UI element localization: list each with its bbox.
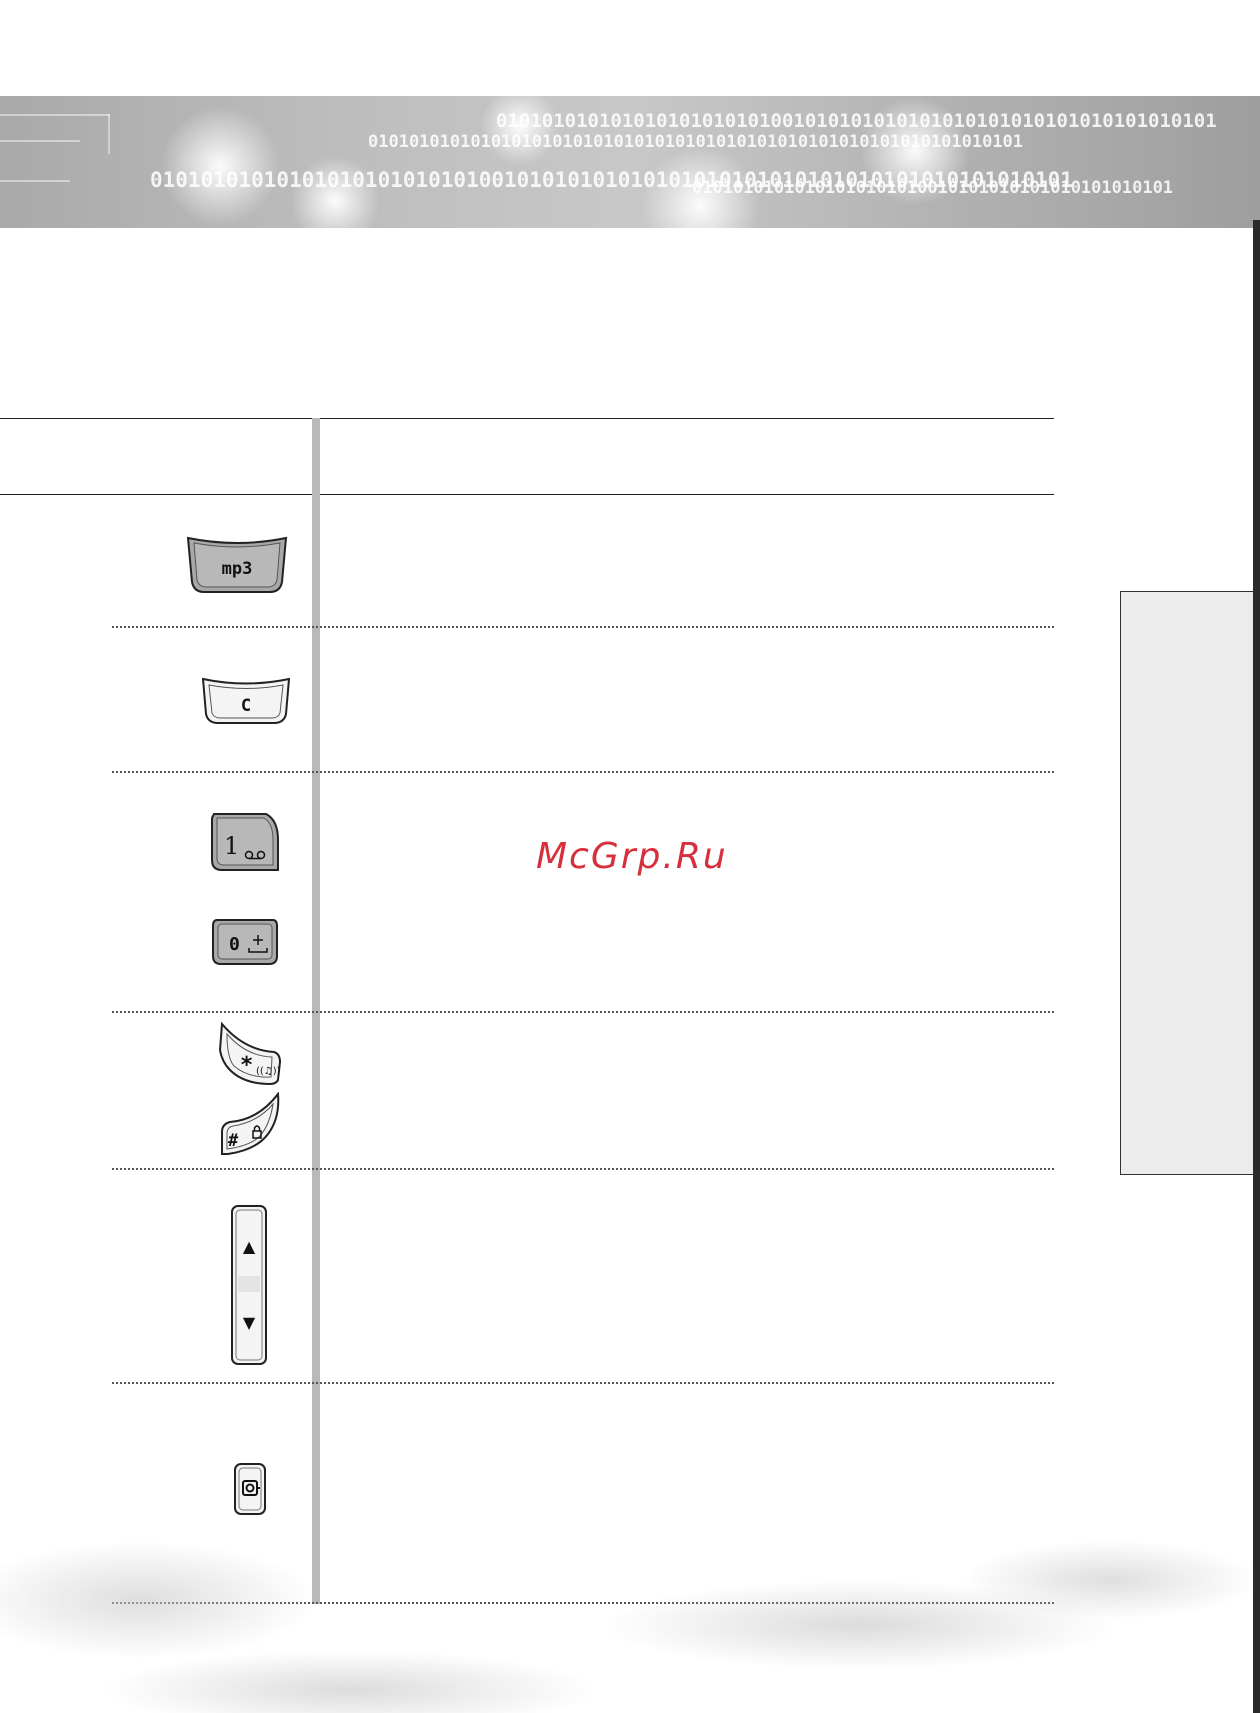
zero-key-label: 0 (229, 934, 240, 955)
footer-clouds (0, 1540, 1253, 1713)
hash-key-label: # (228, 1131, 239, 1151)
voicemail-key-icon: 1 (208, 810, 280, 874)
row-separator (112, 1011, 1054, 1013)
watermark-text: McGrp.Ru (536, 836, 728, 877)
star-vibrate-key-icon: * ((♫)) (214, 1022, 282, 1086)
row-separator (112, 1382, 1054, 1384)
volume-side-key-icon: ▲ ▼ (230, 1204, 268, 1366)
binary-line-1: 0101010101010101010101010010101010101010… (496, 110, 1217, 132)
svg-text:((♫)): ((♫)) (256, 1066, 281, 1077)
volume-up-arrow: ▲ (243, 1237, 256, 1256)
zero-plus-key-icon: 0 (211, 918, 279, 966)
clear-key-icon: C (200, 676, 292, 726)
mp3-key-label: mp3 (222, 559, 253, 579)
header-banner: 0101010101010101010101010010101010101010… (0, 96, 1260, 228)
volume-down-arrow: ▼ (243, 1313, 256, 1332)
page-edge-bar (1253, 220, 1260, 1713)
row-separator (112, 626, 1054, 628)
star-key-label: * (240, 1053, 253, 1078)
one-key-label: 1 (224, 832, 239, 860)
row-separator (112, 771, 1054, 773)
table-header-rule (0, 494, 1054, 495)
row-separator (112, 1168, 1054, 1170)
camera-side-key-icon (233, 1462, 267, 1516)
table-top-rule (0, 418, 1054, 419)
side-tab (1120, 591, 1260, 1175)
clear-key-label: C (241, 696, 251, 716)
binary-line-2: 0101010101010101010101010101010101010101… (368, 132, 1024, 152)
hash-lock-key-icon: # (218, 1092, 284, 1158)
binary-line-4: 0101010101010101010101001010101010101010… (692, 178, 1174, 198)
mp3-key-icon: mp3 (184, 534, 290, 594)
